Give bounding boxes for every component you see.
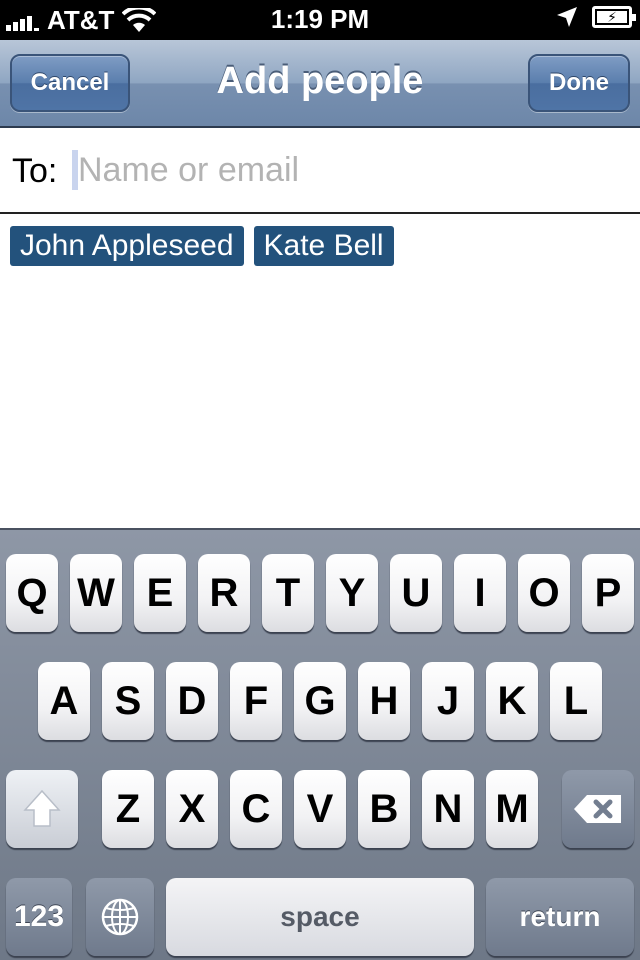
- to-field-row: To:: [0, 128, 640, 214]
- delete-key[interactable]: [562, 770, 634, 848]
- key-l[interactable]: L: [550, 662, 602, 740]
- status-bar: AT&T 1:19 PM ⚡: [0, 0, 640, 40]
- recipient-input[interactable]: [78, 146, 618, 194]
- return-key[interactable]: return: [486, 878, 634, 956]
- key-f[interactable]: F: [230, 662, 282, 740]
- status-right: ⚡: [556, 6, 636, 28]
- key-m[interactable]: M: [486, 770, 538, 848]
- key-w[interactable]: W: [70, 554, 122, 632]
- key-i[interactable]: I: [454, 554, 506, 632]
- shift-icon: [23, 789, 61, 827]
- recipient-chips: John Appleseed Kate Bell: [10, 226, 394, 266]
- key-b[interactable]: B: [358, 770, 410, 848]
- key-y[interactable]: Y: [326, 554, 378, 632]
- globe-key[interactable]: [86, 878, 154, 956]
- location-arrow-icon: [557, 7, 577, 27]
- key-x[interactable]: X: [166, 770, 218, 848]
- key-z[interactable]: Z: [102, 770, 154, 848]
- key-g[interactable]: G: [294, 662, 346, 740]
- recipient-chip[interactable]: Kate Bell: [253, 226, 394, 266]
- shift-key[interactable]: [6, 770, 78, 848]
- key-p[interactable]: P: [582, 554, 634, 632]
- delete-icon: [574, 795, 621, 823]
- numbers-key[interactable]: 123: [6, 878, 72, 956]
- key-o[interactable]: O: [518, 554, 570, 632]
- key-q[interactable]: Q: [6, 554, 58, 632]
- key-j[interactable]: J: [422, 662, 474, 740]
- key-u[interactable]: U: [390, 554, 442, 632]
- key-e[interactable]: E: [134, 554, 186, 632]
- space-key[interactable]: space: [166, 878, 474, 956]
- to-label: To:: [12, 152, 58, 190]
- keyboard: Q W E R T Y U I O P A S D F G H J K L Z …: [0, 528, 640, 960]
- key-a[interactable]: A: [38, 662, 90, 740]
- key-k[interactable]: K: [486, 662, 538, 740]
- key-n[interactable]: N: [422, 770, 474, 848]
- key-c[interactable]: C: [230, 770, 282, 848]
- done-button[interactable]: Done: [528, 54, 630, 112]
- navigation-bar: Cancel Add people Done: [0, 40, 640, 128]
- recipient-chip[interactable]: John Appleseed: [10, 226, 244, 266]
- key-t[interactable]: T: [262, 554, 314, 632]
- globe-icon: [101, 898, 139, 936]
- key-s[interactable]: S: [102, 662, 154, 740]
- battery-charging-icon: ⚡: [592, 6, 636, 28]
- status-time: 1:19 PM: [270, 4, 370, 34]
- key-r[interactable]: R: [198, 554, 250, 632]
- key-h[interactable]: H: [358, 662, 410, 740]
- key-v[interactable]: V: [294, 770, 346, 848]
- key-d[interactable]: D: [166, 662, 218, 740]
